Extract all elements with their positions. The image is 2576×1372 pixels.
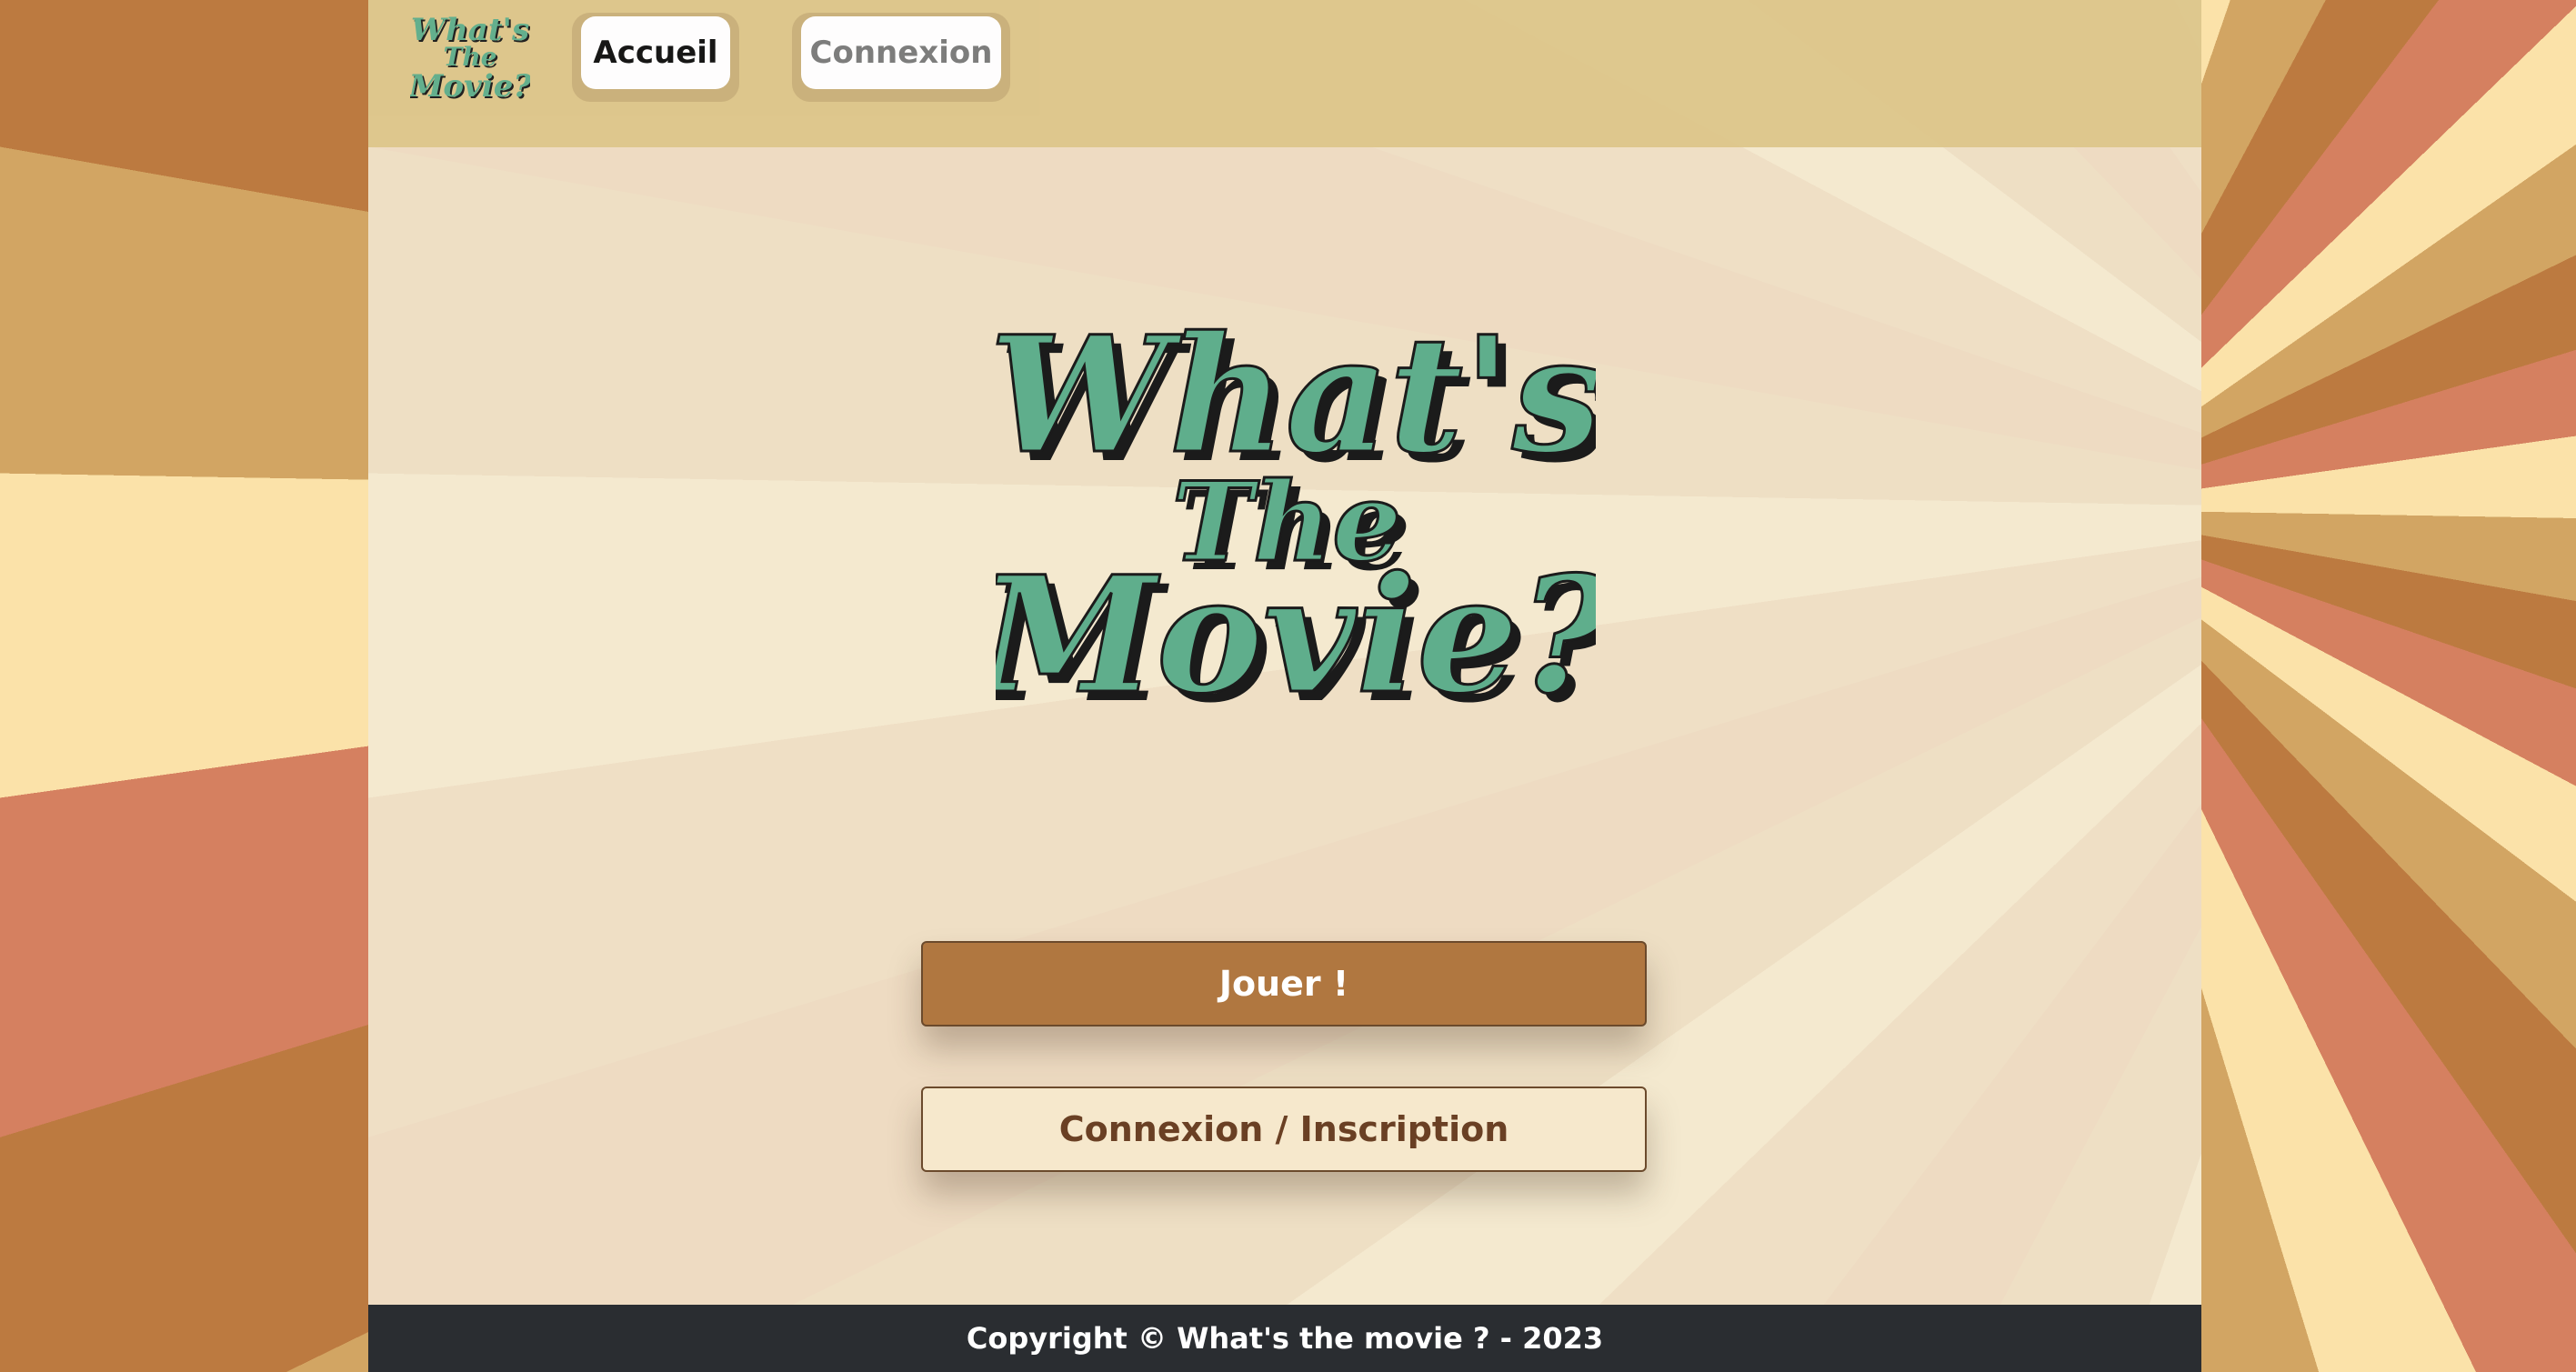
- footer: Copyright © What's the movie ? - 2023: [368, 1305, 2201, 1372]
- page-background: What's What's The The Movie? Movie? Accu…: [0, 0, 2576, 1372]
- nav-login-wrapper: Connexion: [792, 13, 1010, 102]
- svg-text:Movie?: Movie?: [996, 541, 1596, 729]
- nav-home-button[interactable]: Accueil: [581, 16, 730, 89]
- header-logo[interactable]: What's What's The The Movie? Movie?: [410, 9, 530, 109]
- hero-logo: What's What's The The Movie? Movie?: [996, 300, 1596, 739]
- nav-login-button[interactable]: Connexion: [801, 16, 1001, 89]
- play-button[interactable]: Jouer !: [921, 941, 1647, 1026]
- nav-home-wrapper: Accueil: [572, 13, 739, 102]
- login-signup-button[interactable]: Connexion / Inscription: [921, 1087, 1647, 1172]
- main-panel: What's What's The The Movie? Movie? Accu…: [368, 0, 2201, 1372]
- top-nav-bar: What's What's The The Movie? Movie? Accu…: [368, 0, 2201, 147]
- svg-text:Movie?: Movie?: [410, 68, 530, 105]
- copyright-text: Copyright © What's the movie ? - 2023: [966, 1321, 1604, 1356]
